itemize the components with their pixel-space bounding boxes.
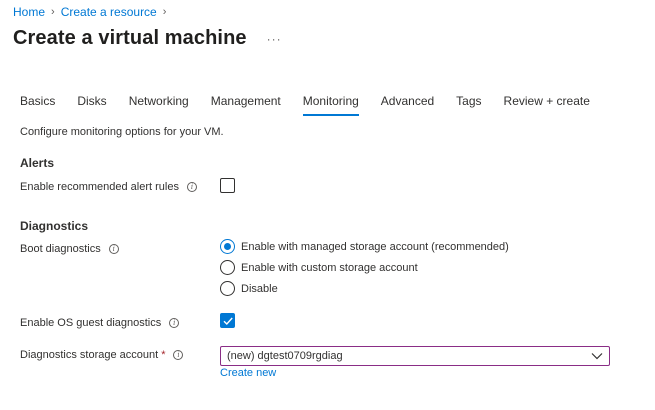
- boot-option-managed-label: Enable with managed storage account (rec…: [241, 240, 509, 253]
- recommended-alert-rules-checkbox[interactable]: [220, 178, 235, 193]
- checkmark-icon: [223, 317, 233, 326]
- page-title: Create a virtual machine: [13, 27, 247, 49]
- os-guest-diagnostics-label: Enable OS guest diagnostics i: [20, 317, 180, 329]
- tab-management[interactable]: Management: [211, 92, 281, 116]
- recommended-alert-rules-text: Enable recommended alert rules: [20, 181, 179, 193]
- tab-advanced[interactable]: Advanced: [381, 92, 434, 116]
- create-new-link[interactable]: Create new: [220, 367, 276, 379]
- storage-account-value: (new) dgtest0709rgdiag: [227, 350, 343, 362]
- alerts-heading: Alerts: [20, 156, 55, 170]
- chevron-right-icon: ›: [162, 6, 167, 18]
- os-guest-diagnostics-text: Enable OS guest diagnostics: [20, 317, 162, 329]
- diagnostics-heading: Diagnostics: [20, 219, 89, 233]
- boot-option-disable[interactable]: Disable: [220, 281, 278, 296]
- boot-option-custom-label: Enable with custom storage account: [241, 261, 418, 274]
- chevron-right-icon: ›: [51, 6, 55, 18]
- chevron-down-icon: [591, 353, 603, 360]
- radio-button-selected[interactable]: [220, 239, 235, 254]
- boot-diagnostics-text: Boot diagnostics: [20, 243, 101, 255]
- intro-text: Configure monitoring options for your VM…: [20, 126, 224, 138]
- recommended-alert-rules-label: Enable recommended alert rules i: [20, 181, 197, 193]
- tab-disks[interactable]: Disks: [77, 92, 106, 116]
- boot-option-managed[interactable]: Enable with managed storage account (rec…: [220, 239, 509, 254]
- boot-option-custom[interactable]: Enable with custom storage account: [220, 260, 418, 275]
- radio-button[interactable]: [220, 281, 235, 296]
- title-row: Create a virtual machine ···: [13, 27, 282, 50]
- breadcrumb: Home › Create a resource ›: [13, 5, 172, 19]
- tab-monitoring[interactable]: Monitoring: [302, 92, 359, 116]
- storage-account-dropdown[interactable]: (new) dgtest0709rgdiag: [220, 346, 610, 366]
- info-icon[interactable]: i: [186, 182, 197, 192]
- boot-diagnostics-label: Boot diagnostics i: [20, 243, 119, 255]
- radio-button[interactable]: [220, 260, 235, 275]
- info-icon[interactable]: i: [108, 244, 119, 254]
- os-guest-diagnostics-checkbox[interactable]: [220, 313, 235, 328]
- breadcrumb-home[interactable]: Home: [13, 5, 45, 19]
- tab-bar: Basics Disks Networking Management Monit…: [20, 92, 612, 116]
- breadcrumb-create-resource[interactable]: Create a resource: [61, 5, 157, 19]
- tab-networking[interactable]: Networking: [129, 92, 189, 116]
- storage-account-label: Diagnostics storage account * i: [20, 349, 184, 361]
- required-indicator: *: [161, 349, 166, 361]
- storage-account-text: Diagnostics storage account: [20, 349, 159, 361]
- boot-option-disable-label: Disable: [241, 282, 278, 295]
- tab-tags[interactable]: Tags: [456, 92, 481, 116]
- tab-review-create[interactable]: Review + create: [504, 92, 590, 116]
- more-options-button[interactable]: ···: [267, 32, 282, 46]
- tab-basics[interactable]: Basics: [20, 92, 55, 116]
- info-icon[interactable]: i: [173, 350, 184, 360]
- info-icon[interactable]: i: [169, 318, 180, 328]
